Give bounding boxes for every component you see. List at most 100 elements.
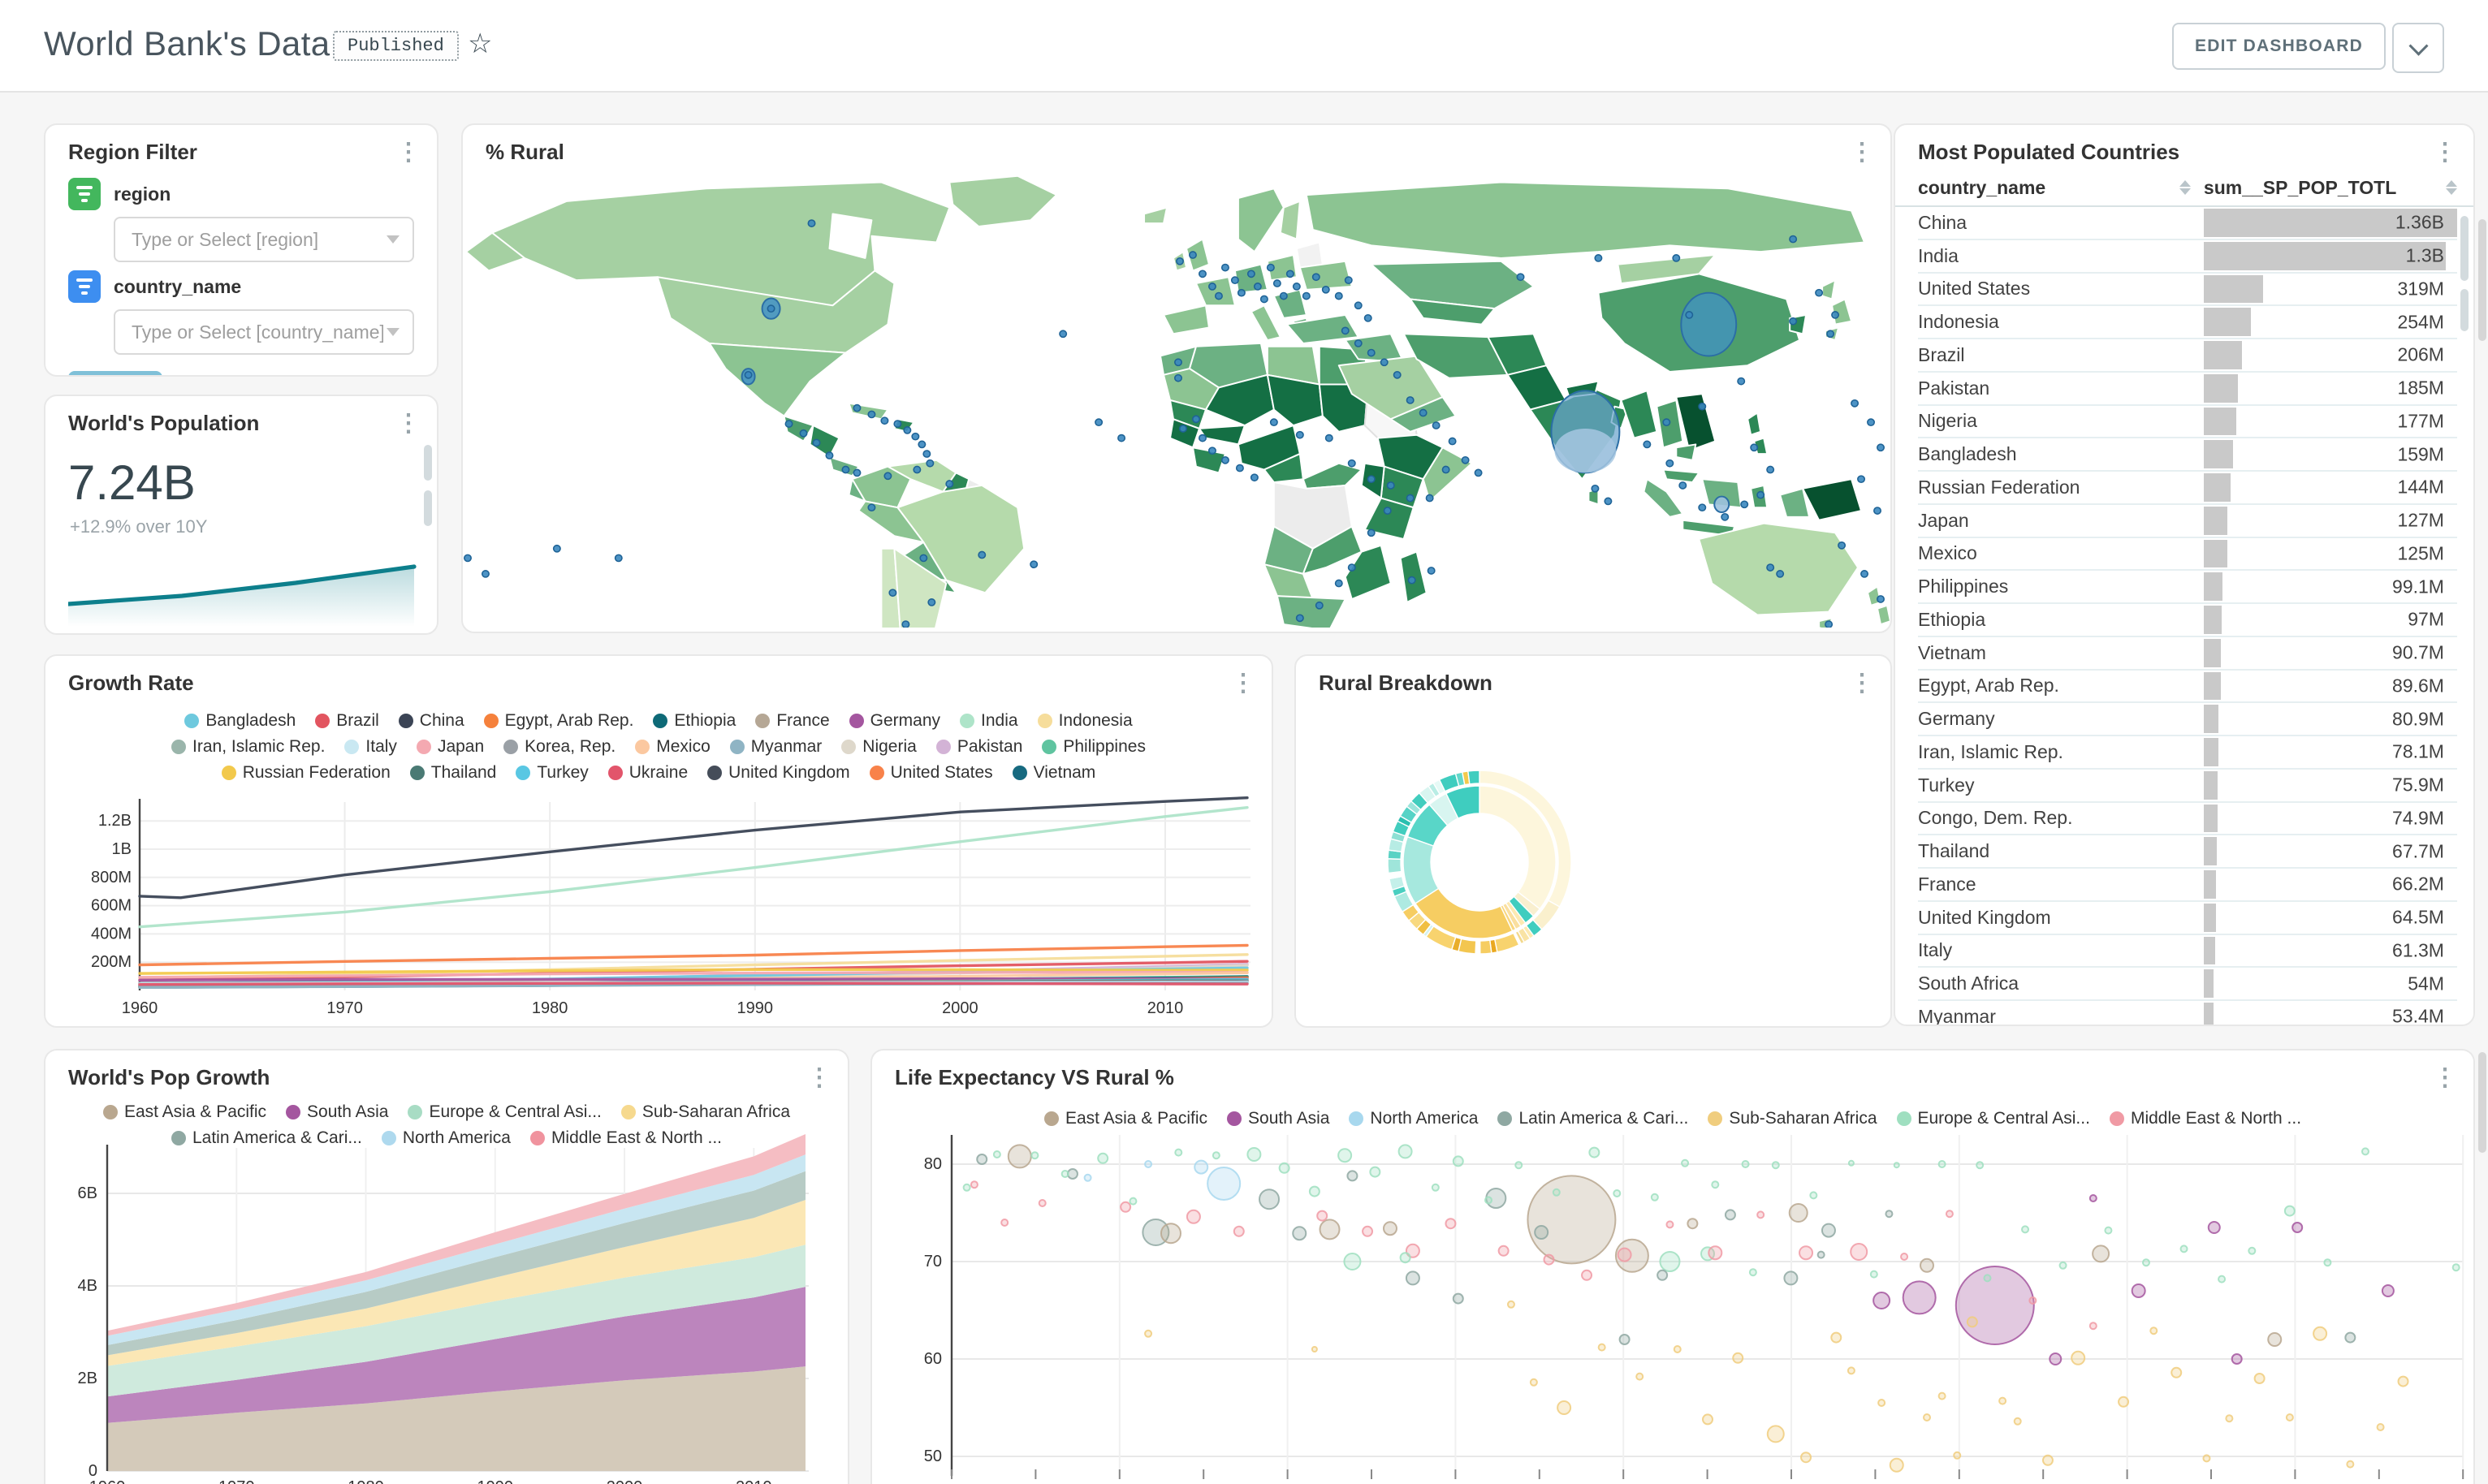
page-title: World Bank's Data	[44, 24, 330, 63]
more-menu-icon[interactable]: ⋮	[1850, 143, 1874, 162]
table-row: Bangladesh159M	[1918, 438, 2457, 472]
table-row: United States319M	[1918, 274, 2457, 307]
svg-text:2B: 2B	[78, 1370, 97, 1387]
panel-title: Region Filter	[68, 140, 197, 165]
most-populated-panel: Most Populated Countries ⋮ country_name …	[1894, 123, 2475, 1026]
rural-breakdown-donut[interactable]	[1296, 701, 1892, 1026]
panel-title: World's Population	[68, 411, 259, 436]
svg-text:2000: 2000	[607, 1478, 643, 1484]
edit-dashboard-button[interactable]: EDIT DASHBOARD	[2172, 23, 2386, 70]
life-expectancy-chart[interactable]: 80 70 60 50	[872, 1050, 2475, 1484]
favorite-star-icon[interactable]: ☆	[468, 28, 492, 60]
table-row: Germany80.9M	[1918, 703, 2457, 736]
panel-title: % Rural	[486, 140, 564, 165]
table-row: Ethiopia97M	[1918, 604, 2457, 637]
svg-text:2000: 2000	[942, 999, 978, 1017]
region-select[interactable]	[114, 217, 414, 262]
country-name-select-input[interactable]	[128, 320, 387, 345]
china-bubble	[1681, 293, 1736, 356]
table-row: Vietnam90.7M	[1918, 637, 2457, 671]
svg-text:1B: 1B	[112, 840, 132, 858]
svg-text:1960: 1960	[122, 999, 158, 1017]
svg-text:600M: 600M	[91, 897, 132, 915]
chevron-down-icon	[2408, 36, 2428, 55]
table-row: Russian Federation144M	[1918, 472, 2457, 505]
filter-icon	[68, 270, 101, 303]
table-row: United Kingdom64.5M	[1918, 902, 2457, 935]
population-value: 7.24B	[68, 455, 196, 511]
table-row: Brazil206M	[1918, 339, 2457, 373]
svg-text:1980: 1980	[348, 1478, 384, 1484]
table-row: Philippines99.1M	[1918, 571, 2457, 604]
svg-text:200M: 200M	[91, 953, 132, 971]
filter-field-label: country_name	[114, 276, 241, 298]
table-row: Congo, Dem. Rep.74.9M	[1918, 803, 2457, 836]
select-caret-icon	[387, 328, 400, 336]
svg-text:2010: 2010	[1147, 999, 1184, 1017]
sort-icon	[2446, 180, 2457, 195]
apply-button[interactable]: APPLY	[68, 371, 162, 377]
column-header-country[interactable]: country_name	[1918, 177, 2204, 199]
published-badge[interactable]: Published	[333, 31, 459, 61]
svg-text:1960: 1960	[89, 1478, 126, 1484]
svg-text:1980: 1980	[532, 999, 568, 1017]
table-row: South Africa54M	[1918, 968, 2457, 1001]
india-bubble-lower	[1554, 429, 1616, 472]
table-row: Nigeria177M	[1918, 406, 2457, 439]
table-row: France66.2M	[1918, 869, 2457, 902]
panel-title: Rural Breakdown	[1319, 671, 1492, 696]
pop-growth-chart[interactable]: 0 2B 4B 6B 1960 1970 1980 1990 2000 2010	[45, 1050, 849, 1484]
table-row: Egypt, Arab Rep.89.6M	[1918, 671, 2457, 704]
dashboard: World Bank's Data Published ☆ EDIT DASHB…	[0, 0, 2488, 1484]
region-select-input[interactable]	[128, 227, 387, 252]
more-menu-icon[interactable]: ⋮	[396, 143, 421, 162]
select-caret-icon	[387, 235, 400, 244]
svg-text:1990: 1990	[477, 1478, 514, 1484]
worlds-population-panel: World's Population ⋮ 7.24B +12.9% over 1…	[44, 395, 438, 635]
country-name-select[interactable]	[114, 309, 414, 355]
sort-icon	[2179, 180, 2204, 195]
scrollbar-thumb[interactable]	[2478, 1052, 2486, 1153]
population-sparkline[interactable]	[68, 549, 417, 627]
svg-text:1990: 1990	[737, 999, 774, 1017]
svg-text:4B: 4B	[78, 1277, 97, 1295]
svg-text:800M: 800M	[91, 869, 132, 887]
world-map[interactable]	[463, 170, 1890, 628]
svg-text:2010: 2010	[736, 1478, 772, 1484]
top-bar: World Bank's Data Published ☆ EDIT DASHB…	[0, 0, 2488, 93]
svg-text:1970: 1970	[326, 999, 363, 1017]
svg-text:70: 70	[924, 1253, 942, 1270]
svg-text:1970: 1970	[218, 1478, 255, 1484]
table-row: Indonesia254M	[1918, 306, 2457, 339]
table-row: Iran, Islamic Rep.78.1M	[1918, 736, 2457, 770]
table-row: China1.36B	[1918, 207, 2457, 240]
table-row: Myanmar53.4M	[1918, 1001, 2457, 1026]
growth-rate-chart[interactable]: 1960 1970 1980 1990 2000 2010 200M 400M 600M 800M…	[45, 656, 1273, 1028]
more-menu-icon[interactable]: ⋮	[396, 414, 421, 434]
rural-breakdown-panel: Rural Breakdown ⋮	[1294, 654, 1892, 1028]
pop-growth-panel: World's Pop Growth ⋮ East Asia & Pacific…	[44, 1049, 849, 1484]
table-row: Thailand67.7M	[1918, 835, 2457, 869]
more-menu-icon[interactable]: ⋮	[2433, 143, 2457, 162]
rural-map-panel: % Rural ⋮	[461, 123, 1892, 633]
filter-icon	[68, 178, 101, 210]
table-row: Pakistan185M	[1918, 373, 2457, 406]
svg-text:6B: 6B	[78, 1184, 97, 1202]
panel-title: Most Populated Countries	[1918, 140, 2179, 165]
table-row: Mexico125M	[1918, 538, 2457, 572]
region-filter-panel: Region Filter ⋮ region country_name APPL…	[44, 123, 438, 377]
growth-rate-panel: Growth Rate ⋮ BangladeshBrazilChinaEgypt…	[44, 654, 1273, 1028]
filter-field-label: region	[114, 183, 171, 205]
table-row: Italy61.3M	[1918, 935, 2457, 968]
svg-text:80: 80	[924, 1155, 942, 1173]
svg-text:50: 50	[924, 1447, 942, 1465]
svg-text:400M: 400M	[91, 925, 132, 943]
svg-text:60: 60	[924, 1350, 942, 1368]
dashboard-actions-button[interactable]	[2392, 23, 2444, 73]
more-menu-icon[interactable]: ⋮	[1850, 674, 1874, 693]
table-row: Turkey75.9M	[1918, 770, 2457, 803]
table-row: India1.3B	[1918, 240, 2457, 274]
scrollbar-thumb[interactable]	[2478, 219, 2486, 341]
column-header-population[interactable]: sum__SP_POP_TOTL	[2204, 177, 2457, 199]
svg-text:0: 0	[89, 1462, 97, 1480]
